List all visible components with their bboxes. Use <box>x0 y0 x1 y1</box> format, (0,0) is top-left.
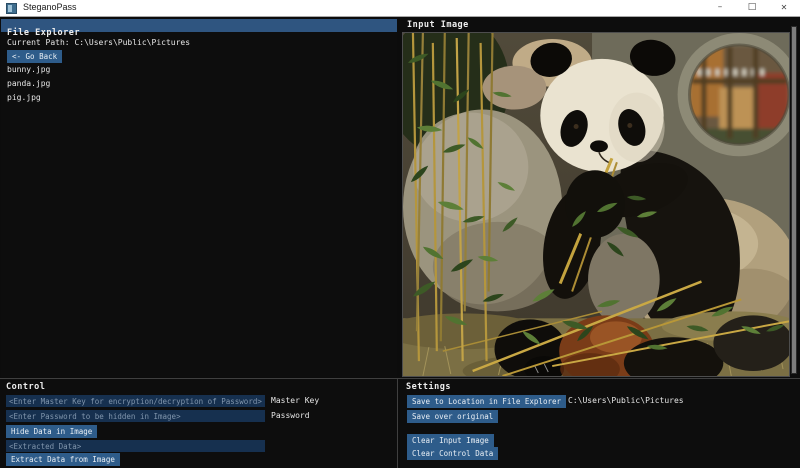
current-path-label: Current Path: <box>7 38 74 47</box>
save-over-original-button[interactable]: Save over original <box>407 410 498 423</box>
password-input[interactable] <box>6 410 265 422</box>
save-location-path: C:\Users\Public\Pictures <box>568 396 684 405</box>
file-item-pig[interactable]: pig.jpg <box>7 93 41 102</box>
minimize-icon[interactable]: – <box>704 0 736 16</box>
window-title: SteganoPass <box>23 2 77 12</box>
settings-title: Settings <box>406 382 451 392</box>
app-icon <box>6 3 17 14</box>
extract-data-button[interactable]: Extract Data from Image <box>6 453 120 466</box>
control-title: Control <box>6 382 45 392</box>
master-key-input[interactable] <box>6 395 265 407</box>
control-panel: Control Master Key Password Hide Data in… <box>0 379 397 468</box>
current-path: Current Path: C:\Users\Public\Pictures <box>7 38 190 47</box>
file-explorer-panel: File Explorer Current Path: C:\Users\Pub… <box>1 19 397 377</box>
file-explorer-header: File Explorer <box>1 19 397 32</box>
hide-data-button[interactable]: Hide Data in Image <box>6 425 97 438</box>
file-item-panda[interactable]: panda.jpg <box>7 79 50 88</box>
clear-control-data-button[interactable]: Clear Control Data <box>407 447 498 460</box>
title-bar: SteganoPass – □ ✕ <box>0 0 800 17</box>
file-item-bunny[interactable]: bunny.jpg <box>7 65 50 74</box>
input-image-canvas <box>402 32 790 377</box>
save-to-location-button[interactable]: Save to Location in File Explorer <box>407 395 566 408</box>
file-explorer-title: File Explorer <box>7 28 80 38</box>
input-image-title: Input Image <box>407 20 469 30</box>
password-label: Password <box>271 411 310 420</box>
close-icon[interactable]: ✕ <box>768 0 800 16</box>
current-path-value: C:\Users\Public\Pictures <box>74 38 190 47</box>
settings-panel: Settings Save to Location in File Explor… <box>400 379 800 468</box>
image-scrollbar[interactable] <box>791 26 797 374</box>
master-key-label: Master Key <box>271 396 319 405</box>
vertical-divider <box>397 378 398 468</box>
maximize-icon[interactable]: □ <box>736 0 768 16</box>
extracted-data-field[interactable] <box>6 440 265 452</box>
panda-photo <box>403 33 789 376</box>
input-image-panel: Input Image <box>400 17 800 378</box>
go-back-button[interactable]: <- Go Back <box>7 50 62 63</box>
clear-input-image-button[interactable]: Clear Input Image <box>407 434 494 447</box>
